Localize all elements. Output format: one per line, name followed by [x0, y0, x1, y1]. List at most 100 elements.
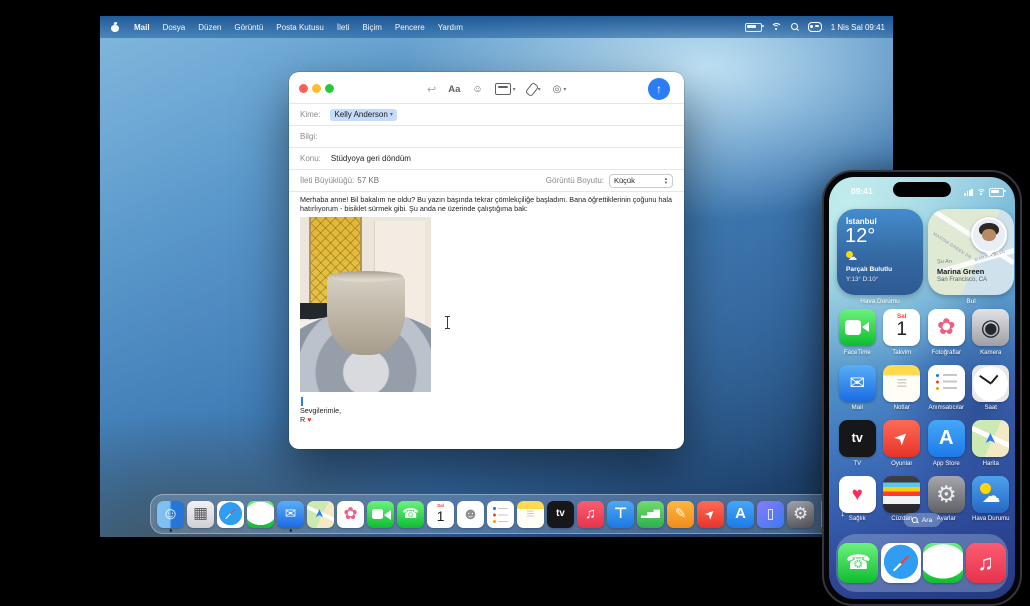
iphone-app-app-store[interactable]: AApp Store — [924, 420, 969, 467]
app-store-icon[interactable]: A — [928, 420, 965, 457]
harita-icon[interactable]: ➤ — [972, 420, 1009, 457]
dock-item-safari[interactable] — [217, 501, 244, 528]
apple-menu-icon[interactable] — [111, 23, 119, 32]
message-body[interactable]: Merhaba anne! Bil bakalım ne oldu? Bu ya… — [300, 196, 678, 213]
send-button[interactable]: ↑ — [648, 78, 670, 100]
minimize-button[interactable] — [312, 84, 321, 93]
pottery-photo[interactable] — [300, 217, 431, 392]
dock-item-launchpad[interactable]: ▦ — [187, 501, 214, 528]
dock-item-games[interactable]: ➤ — [697, 501, 724, 528]
cc-field[interactable]: Bilgi: — [300, 126, 673, 147]
header-fields-icon[interactable]: ▾ — [495, 83, 516, 95]
dock-item-notes[interactable]: ≡ — [517, 501, 544, 528]
facetime-icon[interactable] — [367, 501, 394, 528]
dock-item-system-settings[interactable]: ⚙ — [787, 501, 814, 528]
games-icon[interactable]: ➤ — [697, 501, 724, 528]
notes-icon[interactable]: ≡ — [517, 501, 544, 528]
menu-item-görüntü[interactable]: Görüntü — [234, 23, 263, 32]
safari-icon[interactable] — [881, 543, 921, 583]
hava-durumu-icon[interactable] — [972, 476, 1009, 513]
iphone-app-notlar[interactable]: ≡Notlar — [880, 365, 925, 412]
iphone-app-animsaticilar[interactable]: Anımsatıcılar — [924, 365, 969, 412]
to-field[interactable]: Kime: Kelly Anderson ▾ — [300, 104, 673, 125]
system-settings-icon[interactable]: ⚙ — [787, 501, 814, 528]
menu-item-pencere[interactable]: Pencere — [395, 23, 425, 32]
iphone-app-facetime[interactable]: FaceTime — [835, 309, 880, 356]
menu-item-düzen[interactable]: Düzen — [198, 23, 221, 32]
notlar-icon[interactable]: ≡ — [883, 365, 920, 402]
music-icon[interactable]: ♫ — [577, 501, 604, 528]
dock-item-phone[interactable]: ☎ — [397, 501, 424, 528]
iphone-app-mail[interactable]: ✉Mail — [835, 365, 880, 412]
close-button[interactable] — [299, 84, 308, 93]
oyunlar-icon[interactable]: ➤ — [883, 420, 920, 457]
dock-item-messages[interactable] — [247, 501, 274, 528]
numbers-icon[interactable]: ▂▅▇ — [637, 501, 664, 528]
dock-item-tv[interactable]: tv — [547, 501, 574, 528]
messages-icon[interactable] — [247, 501, 274, 528]
launchpad-icon[interactable]: ▦ — [187, 501, 214, 528]
menu-item-mail[interactable]: Mail — [134, 23, 150, 32]
menu-item-yardım[interactable]: Yardım — [438, 23, 463, 32]
attach-icon[interactable]: ▾ — [528, 83, 541, 96]
format-icon[interactable]: Aa — [448, 84, 460, 95]
dock-item-facetime[interactable] — [367, 501, 394, 528]
dock-item-contacts[interactable]: ☻ — [457, 501, 484, 528]
subject-field[interactable]: Konu: Stüdyoya geri döndüm — [300, 148, 673, 169]
insert-media-icon[interactable]: ◎▾ — [553, 84, 567, 95]
findmy-widget[interactable]: MARINA GREEN DR MARINA BLVD Şu An Marina… — [928, 209, 1014, 295]
reminders-icon[interactable] — [487, 501, 514, 528]
dock-item-reminders[interactable] — [487, 501, 514, 528]
iphone-app-saat[interactable]: Saat — [969, 365, 1014, 412]
iphone-app-fotograflar[interactable]: ✿Fotoğraflar — [924, 309, 969, 356]
mesajlar-icon[interactable] — [923, 543, 963, 583]
wifi-icon[interactable] — [771, 23, 782, 32]
dock-item-mail[interactable]: ✉ — [277, 501, 304, 528]
dock-item-iphone-mirroring[interactable]: ▯ — [757, 501, 784, 528]
dock-item-keynote[interactable]: ⊤ — [607, 501, 634, 528]
menubar-clock[interactable]: 1 Nis Sal 09:41 — [831, 23, 885, 32]
maps-icon[interactable]: ➤ — [307, 501, 334, 528]
spotlight-search-pill[interactable]: Ara — [904, 513, 941, 527]
dock-item-pages[interactable]: ✎ — [667, 501, 694, 528]
muzik-icon[interactable]: ♫ — [966, 543, 1006, 583]
control-center-icon[interactable] — [808, 22, 822, 32]
battery-icon[interactable] — [745, 23, 762, 32]
mail-icon[interactable]: ✉ — [839, 365, 876, 402]
undo-icon[interactable]: ↩ — [427, 83, 436, 96]
zoom-button[interactable] — [325, 84, 334, 93]
spotlight-icon[interactable] — [791, 23, 799, 31]
menu-item-i̇leti[interactable]: İleti — [337, 23, 349, 32]
pages-icon[interactable]: ✎ — [667, 501, 694, 528]
iphone-app-oyunlar[interactable]: ➤Oyunlar — [880, 420, 925, 467]
message-closing[interactable]: Sevgilerimle, R ♥ — [300, 406, 341, 424]
menu-item-dosya[interactable]: Dosya — [163, 23, 186, 32]
dock-item-maps[interactable]: ➤ — [307, 501, 334, 528]
iphone-app-tv[interactable]: tvTV — [835, 420, 880, 467]
dock-item-numbers[interactable]: ▂▅▇ — [637, 501, 664, 528]
takvim-icon[interactable]: Sal1 — [883, 309, 920, 346]
animsaticilar-icon[interactable] — [928, 365, 965, 402]
iphone-app-kamera[interactable]: ◉Kamera — [969, 309, 1014, 356]
fotograflar-icon[interactable]: ✿ — [928, 309, 965, 346]
tv-icon[interactable]: tv — [547, 501, 574, 528]
saglik-icon[interactable]: ♥ — [839, 476, 876, 513]
dock-item-app-store[interactable]: A — [727, 501, 754, 528]
iphone-app-takvim[interactable]: Sal1Takvim — [880, 309, 925, 356]
saat-icon[interactable] — [972, 365, 1009, 402]
iphone-app-harita[interactable]: ➤Harita — [969, 420, 1014, 467]
facetime-icon[interactable] — [839, 309, 876, 346]
iphone-mirroring-icon[interactable]: ▯ — [757, 501, 784, 528]
ayarlar-icon[interactable]: ⚙ — [928, 476, 965, 513]
dock-item-music[interactable]: ♫ — [577, 501, 604, 528]
emoji-icon[interactable]: ☺ — [472, 84, 482, 95]
photos-icon[interactable]: ✿ — [337, 501, 364, 528]
mail-icon[interactable]: ✉ — [277, 501, 304, 528]
iphone-app-hava-durumu[interactable]: Hava Durumu — [969, 476, 1014, 523]
keynote-icon[interactable]: ⊤ — [607, 501, 634, 528]
image-size-select[interactable]: Küçük ▲▼ — [609, 174, 673, 188]
kamera-icon[interactable]: ◉ — [972, 309, 1009, 346]
tv-icon[interactable]: tv — [839, 420, 876, 457]
phone-icon[interactable]: ☎ — [397, 501, 424, 528]
dock-item-photos[interactable]: ✿ — [337, 501, 364, 528]
